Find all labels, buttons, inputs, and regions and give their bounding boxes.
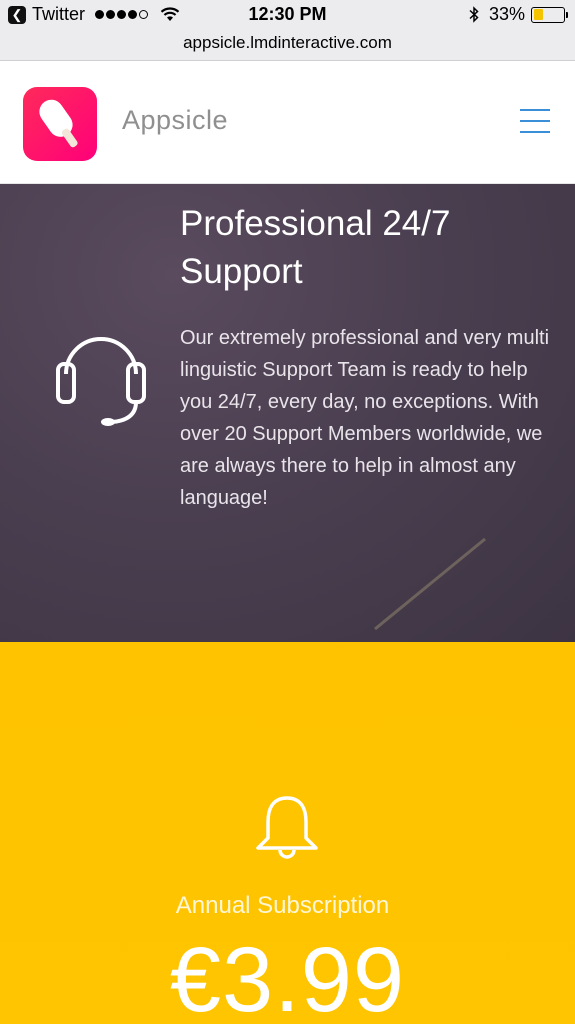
bell-icon <box>256 796 318 859</box>
decorative-streak <box>374 537 486 631</box>
popsicle-logo-icon[interactable] <box>23 87 97 161</box>
battery-percent: 33% <box>488 4 525 24</box>
subscription-label: Annual Subscription <box>175 892 390 919</box>
support-section: Professional 24/7 Support Our extremely … <box>0 184 575 642</box>
brand-name[interactable]: Appsicle <box>122 105 228 136</box>
headset-icon <box>56 337 146 426</box>
bluetooth-icon <box>469 6 479 23</box>
subscription-section: Annual Subscription €3.99 <box>0 642 575 1024</box>
site-header: Appsicle <box>0 61 575 184</box>
popsicle-graphic <box>39 99 78 148</box>
battery-level <box>533 9 544 20</box>
support-description: Our extremely professional and very mult… <box>180 327 550 509</box>
url-bar[interactable]: appsicle.lmdinteractive.com <box>0 30 575 61</box>
support-title: Professional 24/7 Support <box>180 204 451 291</box>
status-bar: ❮ Twitter 12:30 PM 33% <box>0 0 575 30</box>
status-bar-right: 33% <box>469 4 568 25</box>
hamburger-menu-icon[interactable] <box>520 109 550 135</box>
subscription-price: €3.99 <box>169 929 406 1024</box>
battery-icon <box>531 6 568 23</box>
url-text[interactable]: appsicle.lmdinteractive.com <box>183 33 392 52</box>
